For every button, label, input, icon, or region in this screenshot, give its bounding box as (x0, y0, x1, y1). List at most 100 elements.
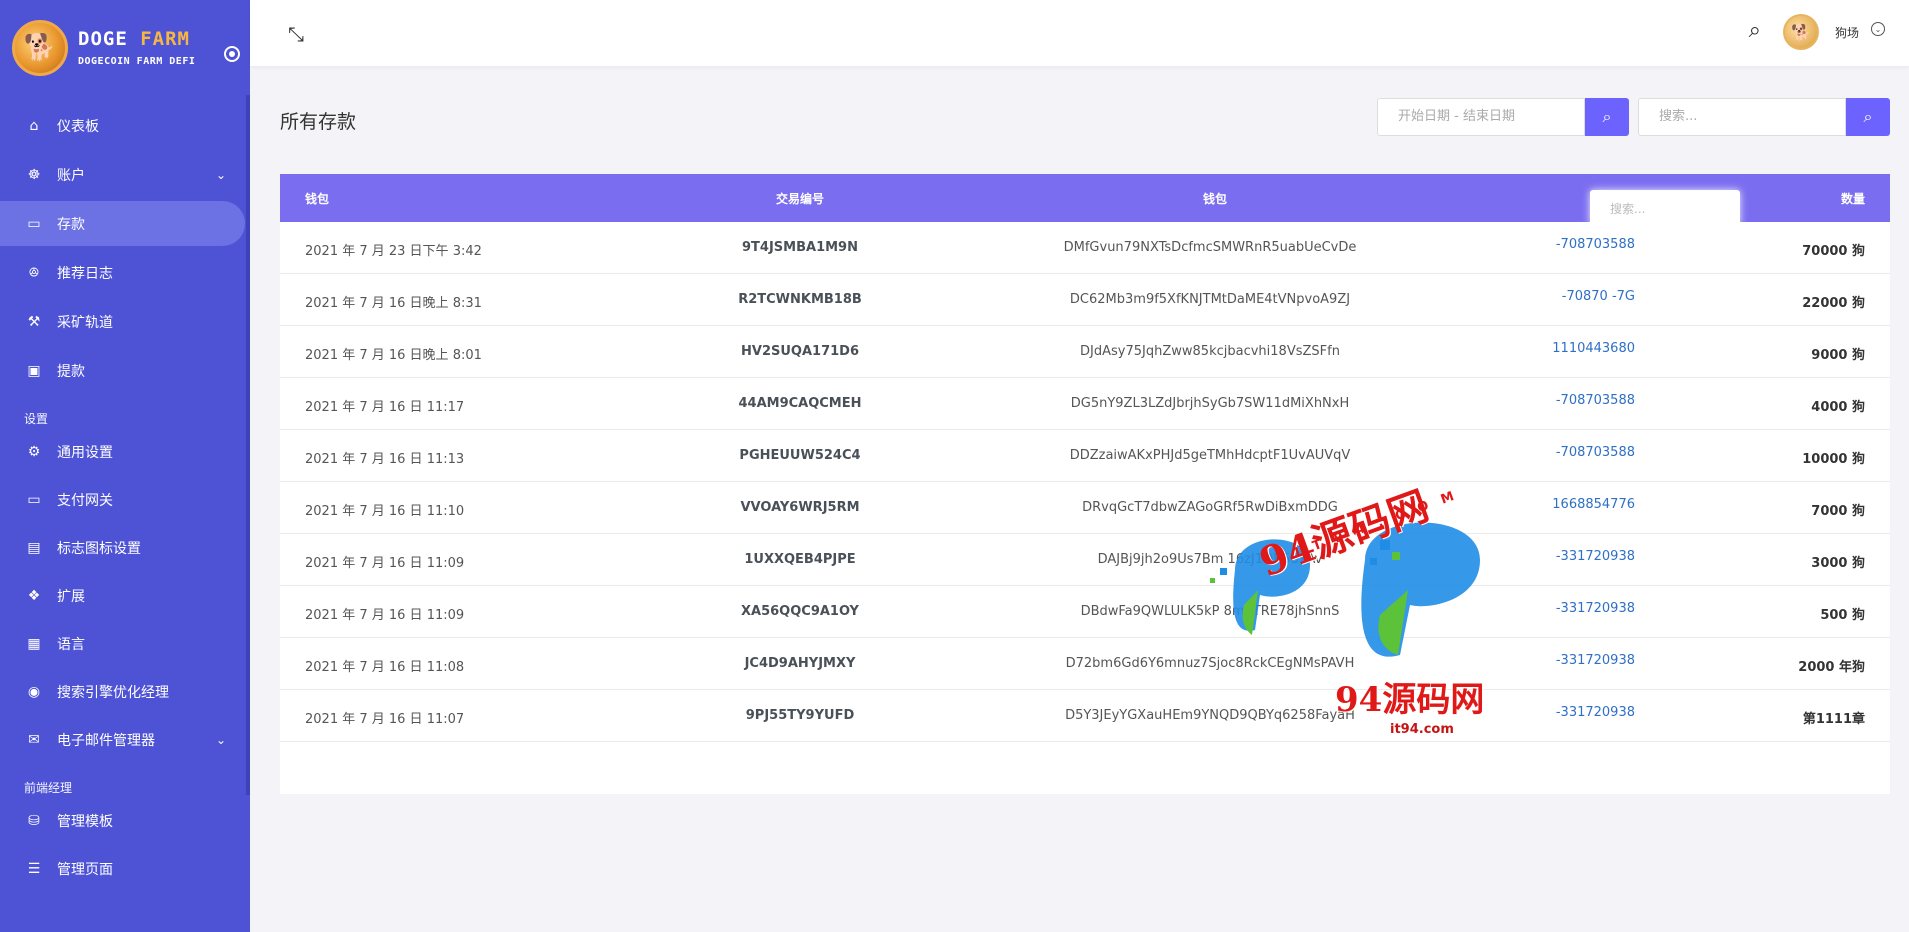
column-header-wallet-address: 钱包 (1202, 192, 1227, 206)
sidebar-item-dashboard[interactable]: ⌂ 仪表板 (0, 103, 250, 148)
cell-wallet-address: DAJBj9jh2o9Us7Bm 16zJ1QR58xAv (1097, 552, 1323, 567)
deposits-table: 钱包 交易编号 钱包 搜索... 数量 2021 年 7 月 23 日下午 3:… (280, 174, 1890, 794)
cell-amount: 500 狗 (1820, 608, 1865, 623)
cell-wallet-address: DBdwFa9QWLULK5kP 8mqTRE78jhSnnS (1080, 604, 1340, 619)
cell-amount: 22000 狗 (1802, 296, 1865, 311)
mail-icon: ✉ (28, 731, 40, 748)
cell-user-link[interactable]: -70870 -7G (1500, 289, 1635, 304)
table-search-input[interactable]: 搜索... (1590, 190, 1740, 226)
cell-user-link[interactable]: -331720938 (1500, 653, 1635, 668)
cell-txid: 9T4JSMBA1M9N (742, 240, 858, 255)
cell-user-link[interactable]: -331720938 (1500, 549, 1635, 564)
user-name[interactable]: 狗场 (1835, 24, 1859, 41)
cell-txid: VVOAY6WRJ5RM (740, 500, 860, 515)
sidebar-item-manage-pages[interactable]: ☰ 管理页面 (0, 846, 250, 891)
search-icon[interactable]: ⌕ (1749, 18, 1761, 43)
cell-date: 2021 年 7 月 16 日 11:09 (305, 556, 465, 571)
topbar: ⤡ ⌕ 🐕 狗场 ⌄ (250, 0, 1909, 66)
sidebar-item-label: 标志图标设置 (57, 540, 141, 557)
sidebar-item-withdrawals[interactable]: ▣ 提款 (0, 348, 250, 393)
sidebar-item-label: 管理模板 (57, 813, 113, 830)
cell-user-link[interactable]: -708703588 (1500, 393, 1635, 408)
cell-txid: 9PJ55TY9YUFD (745, 708, 855, 723)
search-input[interactable]: 搜索... (1638, 98, 1846, 136)
sidebar-item-label: 支付网关 (57, 492, 113, 509)
table-row: 2021 年 7 月 16 日 11:08 JC4D9AHYJMXY D72bm6G… (280, 638, 1890, 690)
cell-wallet-address: DRvqGcT7dbwZAGoGRf5RwDiBxmDDG (1082, 500, 1338, 515)
cell-user-link[interactable]: 1668854776 (1500, 497, 1635, 512)
brand[interactable]: 🐕 DOGE FARM DOGECOIN FARM DEFI (0, 0, 250, 95)
cell-user-link[interactable]: -708703588 (1500, 237, 1635, 252)
cell-wallet-address: D72bm6Gd6Y6mnuz7Sjoc8RckCEgNMsPAVH (1065, 656, 1355, 671)
sidebar-item-label: 提款 (57, 363, 85, 380)
sidebar-item-accounts[interactable]: ☸ 账户 ⌄ (0, 152, 250, 197)
sidebar-item-label: 账户 (57, 167, 85, 184)
cell-user-link[interactable]: -708703588 (1500, 445, 1635, 460)
sidebar-item-label: 通用设置 (57, 444, 113, 461)
list-icon: ☰ (27, 860, 41, 877)
sidebar-item-payment-gateway[interactable]: ▭ 支付网关 (0, 477, 250, 522)
sidebar-item-referrals[interactable]: ꔮ 推荐日志 (0, 250, 250, 295)
search-button[interactable]: ⌕ (1846, 98, 1890, 136)
chevron-down-icon: ⌄ (215, 167, 226, 182)
chevron-down-icon[interactable]: ⌄ (1871, 22, 1885, 36)
sidebar-item-general-settings[interactable]: ⚙ 通用设置 (0, 429, 250, 474)
cell-txid: R2TCWNKMB18B (738, 292, 862, 307)
collapse-icon[interactable]: ⤡ (288, 22, 304, 46)
credit-card-icon: ▭ (27, 491, 41, 508)
cell-wallet-address: DMfGvun79NXTsDcfmcSMWRnR5uabUeCvDe (1063, 240, 1357, 255)
section-settings: 设置 (24, 411, 49, 426)
cell-user-link[interactable]: -331720938 (1500, 705, 1635, 720)
cell-txid: PGHEUUW524C4 (739, 448, 861, 463)
sidebar-item-seo[interactable]: ◉ 搜索引擎优化经理 (0, 669, 250, 714)
cell-date: 2021 年 7 月 16 日 11:17 (305, 400, 465, 415)
template-icon: ⛁ (28, 812, 40, 829)
sidebar-item-mining[interactable]: ⚒ 采矿轨道 (0, 299, 250, 344)
cell-wallet-address: DC62Mb3m9f5XfKNJTMtDaME4tVNpvoA9ZJ (1069, 292, 1351, 307)
sidebar-item-extensions[interactable]: ❖ 扩展 (0, 573, 250, 618)
sidebar-item-logo-settings[interactable]: ▤ 标志图标设置 (0, 525, 250, 570)
cell-user-link[interactable]: -331720938 (1500, 601, 1635, 616)
cell-amount: 4000 狗 (1811, 400, 1865, 415)
users-icon: ꔮ (28, 264, 40, 281)
cell-wallet-address: DDZzaiwAKxPHJd5geTMhHdcptF1UvAUVqV (1069, 448, 1351, 463)
cell-date: 2021 年 7 月 23 日下午 3:42 (305, 244, 482, 259)
table-row: 2021 年 7 月 16 日 11:09 1UXXQEB4PJPE DAJBj9j… (280, 534, 1890, 586)
sidebar-item-language[interactable]: ▦ 语言 (0, 621, 250, 666)
cell-date: 2021 年 7 月 16 日 11:13 (305, 452, 465, 467)
chevron-down-icon: ⌄ (215, 732, 226, 747)
sidebar-item-label: 推荐日志 (57, 265, 113, 282)
table-row: 2021 年 7 月 16 日晚上 8:31 R2TCWNKMB18B DC62Mb… (280, 274, 1890, 326)
search-icon: ⌕ (1602, 107, 1612, 126)
cell-txid: HV2SUQA171D6 (741, 344, 859, 359)
avatar[interactable]: 🐕 (1783, 14, 1819, 50)
table-row: 2021 年 7 月 23 日下午 3:42 9T4JSMBA1M9N DMfGvu… (280, 222, 1890, 274)
sidebar-item-manage-templates[interactable]: ⛁ 管理模板 (0, 798, 250, 843)
sidebar-scrollbar[interactable] (246, 95, 250, 795)
home-icon: ⌂ (29, 117, 39, 134)
column-header-txid: 交易编号 (775, 192, 824, 206)
sidebar-toggle-icon[interactable] (224, 46, 240, 62)
cell-user-link[interactable]: 1110443680 (1500, 341, 1635, 356)
cell-amount: 3000 狗 (1811, 556, 1865, 571)
cell-date: 2021 年 7 月 16 日 11:09 (305, 608, 465, 623)
image-icon: ▤ (27, 539, 41, 556)
sidebar-item-label: 仪表板 (57, 118, 99, 135)
cell-txid: 44AM9CAQCMEH (738, 396, 862, 411)
users-cog-icon: ☸ (27, 166, 41, 183)
cell-date: 2021 年 7 月 16 日晚上 8:31 (305, 296, 482, 311)
sidebar: 🐕 DOGE FARM DOGECOIN FARM DEFI ⌂ 仪表板 ☸ 账… (0, 0, 250, 932)
table-row: 2021 年 7 月 16 日 11:17 44AM9CAQCMEH DG5nY9Z… (280, 378, 1890, 430)
cell-wallet-address: D5Y3JEyYGXauHEm9YNQD9QBYq6258FayaH (1065, 708, 1355, 723)
sidebar-item-email-manager[interactable]: ✉ 电子邮件管理器 ⌄ (0, 717, 250, 762)
sidebar-item-deposits[interactable]: ▭ 存款 (0, 201, 245, 246)
cell-date: 2021 年 7 月 16 日 11:07 (305, 712, 465, 727)
cell-wallet-address: DJdAsy75JqhZww85kcjbacvhi18VsZSFfn (1080, 344, 1340, 359)
search-icon: ⌕ (1863, 107, 1873, 126)
language-icon: ▦ (27, 635, 41, 652)
date-search-button[interactable]: ⌕ (1585, 98, 1629, 136)
cell-amount: 7000 狗 (1811, 504, 1865, 519)
puzzle-icon: ❖ (27, 587, 41, 604)
date-range-input[interactable]: 开始日期 - 结束日期 (1377, 98, 1585, 136)
cell-amount: 2000 年狗 (1798, 660, 1865, 675)
